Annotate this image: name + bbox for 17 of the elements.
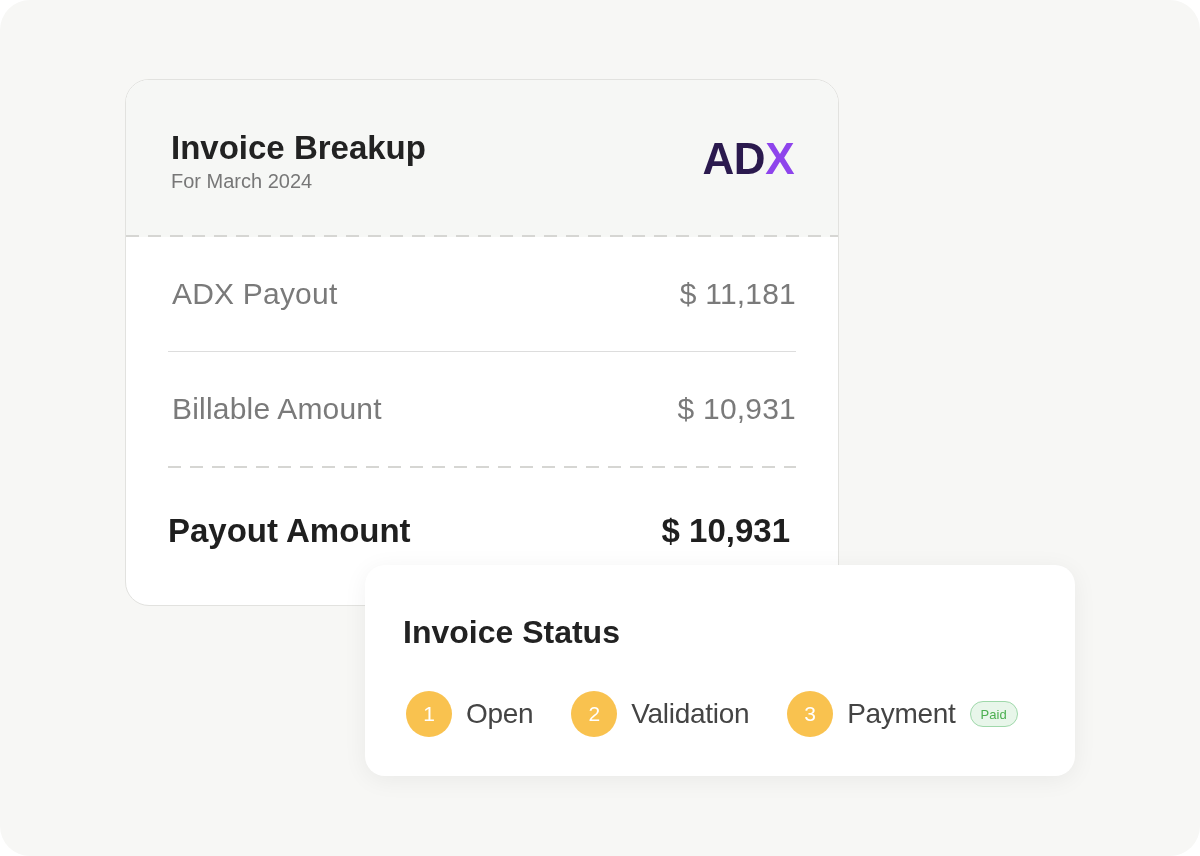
row-label: Billable Amount <box>171 392 382 426</box>
row-amount: $ 11,181 <box>679 277 796 311</box>
card-title: Invoice Breakup <box>171 127 426 168</box>
row-label: ADX Payout <box>171 277 338 311</box>
row-amount: $ 10,931 <box>677 392 796 426</box>
total-label: Payout Amount <box>168 512 411 550</box>
card-title: Invoice Status <box>403 613 621 652</box>
status-tag: Paid <box>969 701 1018 727</box>
total-amount: $ 10,931 <box>661 512 790 550</box>
card-subtitle: For March 2024 <box>171 168 314 194</box>
step-number: 1 <box>406 691 452 737</box>
step-label: Validation <box>631 698 750 730</box>
brand-logo: ADX <box>702 136 794 181</box>
step-number: 2 <box>571 691 618 737</box>
step-label: Payment <box>847 698 956 730</box>
step-number: 3 <box>787 691 834 737</box>
step-label: Open <box>466 698 534 730</box>
